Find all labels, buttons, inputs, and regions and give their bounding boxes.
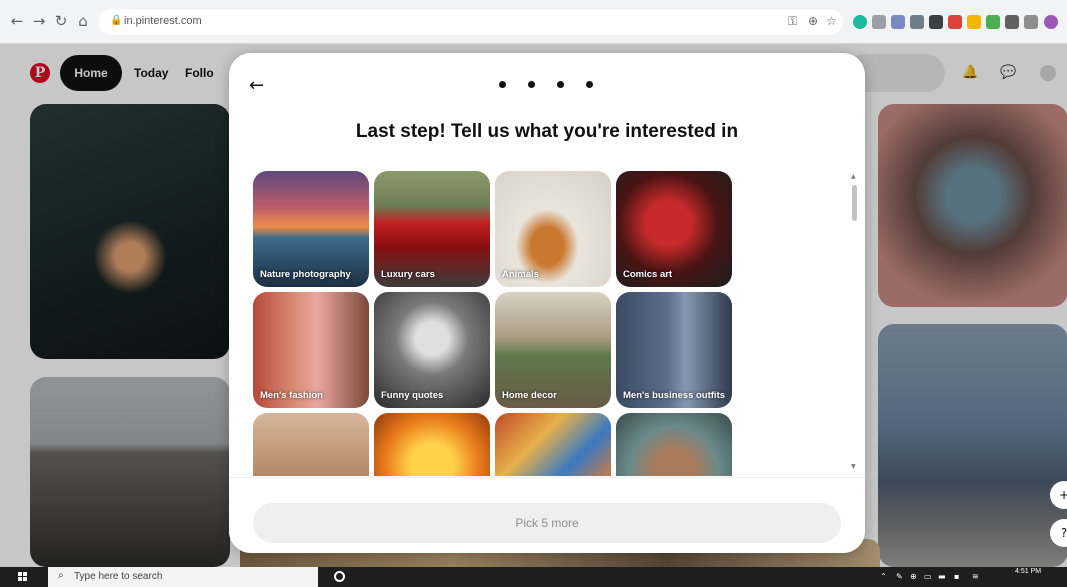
battery-icon[interactable]: ▬ <box>938 572 946 581</box>
address-bar[interactable]: 🔒 in.pinterest.com ⚿ ⊕ ☆ <box>98 9 843 35</box>
topic-label: Luxury cars <box>381 269 435 280</box>
scroll-down-icon[interactable]: ▼ <box>851 463 856 470</box>
topic-label: Men's business outfits <box>623 390 726 401</box>
step-indicator <box>499 81 593 88</box>
monitor-icon[interactable]: ▭ <box>924 572 932 581</box>
pick-more-button[interactable]: Pick 5 more <box>253 503 841 543</box>
back-nav-icon[interactable]: ← <box>8 12 26 30</box>
modal-footer: Pick 5 more <box>229 477 865 553</box>
pinterest-home-page: P Home Today Follo 🔔 💬 + ? ← Last step! … <box>0 44 1067 567</box>
browser-toolbar: ← → ↻ ⌂ 🔒 in.pinterest.com ⚿ ⊕ ☆ <box>0 0 1067 44</box>
topic-tile[interactable]: Men's fashion <box>253 292 369 408</box>
topic-tile[interactable]: Men's business outfits <box>616 292 732 408</box>
cortana-icon[interactable] <box>334 571 345 582</box>
modal-scrollbar[interactable]: ▲ ▼ <box>849 173 859 473</box>
topic-label: Animals <box>502 269 539 280</box>
topic-grid: Nature photography Luxury cars Animals C… <box>251 171 811 476</box>
taskbar-clock[interactable]: 4:51 PM <box>1015 568 1041 576</box>
step-dot <box>499 81 506 88</box>
step-dot <box>586 81 593 88</box>
forward-nav-icon[interactable]: → <box>30 12 48 30</box>
topic-tile[interactable]: Nature photography <box>253 171 369 287</box>
taskbar-search-input[interactable]: ⌕ Type here to search <box>48 567 318 587</box>
extension-icon[interactable] <box>1024 15 1038 29</box>
extension-icon[interactable] <box>929 15 943 29</box>
topic-tile[interactable]: Funny quotes <box>374 292 490 408</box>
topic-label: Comics art <box>623 269 673 280</box>
extension-icon[interactable] <box>1005 15 1019 29</box>
extension-icon[interactable] <box>948 15 962 29</box>
network-icon[interactable]: ⊕ <box>910 572 917 581</box>
modal-title: Last step! Tell us what you're intereste… <box>355 121 739 142</box>
topic-tile[interactable] <box>374 413 490 476</box>
key-icon[interactable]: ⚿ <box>788 14 797 29</box>
wifi-icon[interactable]: ≋ <box>972 572 979 581</box>
extension-icon[interactable] <box>853 15 867 29</box>
topic-tile[interactable]: Luxury cars <box>374 171 490 287</box>
topic-tile[interactable] <box>616 413 732 476</box>
bookmark-star-icon[interactable]: ☆ <box>826 14 837 28</box>
extension-icon[interactable] <box>910 15 924 29</box>
clock-time: 4:51 PM <box>1015 568 1042 575</box>
reload-icon[interactable]: ↻ <box>52 12 70 30</box>
pen-icon[interactable]: ✎ <box>896 572 903 581</box>
lock-icon: 🔒 <box>110 15 123 26</box>
topic-label: Funny quotes <box>381 390 444 401</box>
topic-tile[interactable] <box>495 413 611 476</box>
scrollbar-thumb[interactable] <box>852 185 857 221</box>
topic-label: Nature photography <box>260 269 351 280</box>
step-dot <box>557 81 564 88</box>
topic-tile[interactable]: Animals <box>495 171 611 287</box>
topic-tile[interactable]: Comics art <box>616 171 732 287</box>
extension-icon[interactable] <box>986 15 1000 29</box>
windows-start-icon[interactable] <box>18 572 28 582</box>
search-icon: ⌕ <box>58 570 64 581</box>
home-nav-icon[interactable]: ⌂ <box>74 12 92 30</box>
windows-taskbar: ⌕ Type here to search ⌃ ✎ ⊕ ▭ ▬ ▪ ≋ 4:51… <box>0 567 1067 587</box>
url-text: in.pinterest.com <box>124 15 202 27</box>
extension-icon[interactable] <box>967 15 981 29</box>
profile-avatar[interactable] <box>1044 15 1058 29</box>
extension-icon[interactable] <box>872 15 886 29</box>
topic-label: Home decor <box>502 390 557 401</box>
interests-modal: ← Last step! Tell us what you're interes… <box>229 53 865 553</box>
chevron-up-icon[interactable]: ⌃ <box>880 572 887 581</box>
extension-icon[interactable] <box>891 15 905 29</box>
back-arrow-icon[interactable]: ← <box>249 75 264 96</box>
topic-tile[interactable] <box>253 413 369 476</box>
scroll-up-icon[interactable]: ▲ <box>851 173 856 180</box>
topic-tile[interactable]: Home decor <box>495 292 611 408</box>
topic-label: Men's fashion <box>260 390 323 401</box>
translate-icon[interactable]: ⊕ <box>808 14 818 28</box>
taskbar-search-placeholder: Type here to search <box>74 571 163 582</box>
step-dot <box>528 81 535 88</box>
language-indicator[interactable]: ▪ <box>954 572 959 581</box>
